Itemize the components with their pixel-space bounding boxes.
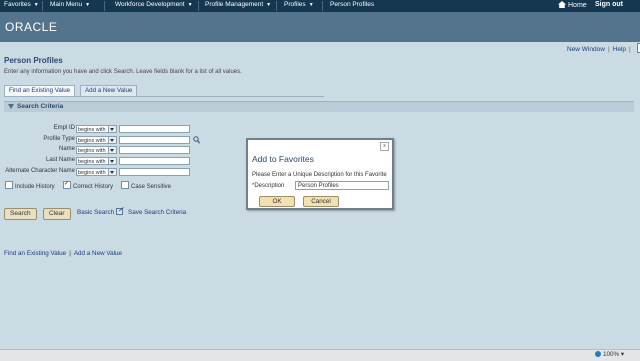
chevron-down-icon: ▼	[266, 2, 272, 8]
search-criteria-header[interactable]: Search Criteria	[4, 101, 634, 112]
search-button[interactable]: Search	[4, 208, 37, 220]
chevron-down-icon: ▼	[85, 2, 91, 8]
zoom-control[interactable]: 100% ▾	[595, 351, 624, 358]
page-links: New Window | Help |	[567, 43, 640, 53]
dialog-prompt: Please Enter a Unique Description for th…	[252, 172, 387, 178]
chevron-down-icon: ▼	[33, 2, 39, 8]
checkbox-box-checked	[63, 180, 71, 189]
home-icon	[558, 1, 566, 8]
last-name-input[interactable]	[119, 157, 190, 165]
nav-profile-management-label: Profile Management	[205, 1, 264, 8]
operator-value: begins with	[78, 170, 106, 176]
field-label: Profile Type	[43, 136, 75, 142]
nav-profile-management[interactable]: Profile Management ▼	[205, 1, 271, 8]
tab-find-existing-value[interactable]: Find an Existing Value	[4, 85, 76, 96]
home-label: Home	[568, 2, 587, 9]
checkbox-label: Correct History	[73, 184, 114, 190]
chevron-down-icon	[108, 147, 116, 153]
field-label: Empl ID	[53, 125, 75, 131]
help-link[interactable]: Help	[613, 46, 626, 53]
brand-bar: ORACLE	[0, 12, 640, 42]
alternate-character-name-input[interactable]	[119, 168, 190, 176]
lookup-search-icon[interactable]	[193, 136, 200, 144]
bottom-add-new-value-link[interactable]: Add a New Value	[74, 250, 122, 257]
field-label: Name	[58, 146, 75, 152]
tab-underline	[4, 96, 324, 97]
nav-separator	[104, 1, 105, 11]
ok-button[interactable]: OK	[259, 196, 295, 207]
checkbox-box	[5, 181, 13, 189]
case-sensitive-checkbox[interactable]: Case Sensitive	[121, 181, 171, 190]
chevron-down-icon: ▼	[187, 2, 193, 8]
nav-workforce-development-label: Workforce Development	[115, 1, 185, 8]
collapse-triangle-icon	[8, 104, 14, 109]
close-icon[interactable]: x	[380, 142, 389, 151]
chevron-down-icon	[108, 126, 116, 132]
empl-id-input[interactable]	[119, 125, 190, 133]
nav-main-menu[interactable]: Main Menu ▼	[50, 1, 90, 8]
field-label: Alternate Character Name	[5, 168, 75, 174]
bottom-find-existing-value-link[interactable]: Find an Existing Value	[4, 250, 66, 257]
globe-icon	[595, 351, 601, 357]
chevron-down-icon	[108, 169, 116, 175]
field-row-empl-id: Empl ID begins with	[0, 125, 640, 134]
operator-select[interactable]: begins with	[76, 136, 117, 144]
save-search-criteria-link[interactable]: Save Search Criteria	[128, 209, 186, 216]
description-label: *Description	[252, 183, 285, 189]
nav-profiles-label: Profiles	[284, 1, 306, 8]
add-to-favorites-dialog: x Add to Favorites Please Enter a Unique…	[246, 138, 394, 210]
operator-select[interactable]: begins with	[76, 146, 117, 154]
save-criteria-icon[interactable]	[116, 207, 124, 215]
operator-value: begins with	[78, 138, 106, 144]
link-divider: |	[607, 46, 610, 53]
oracle-logo: ORACLE	[5, 20, 58, 34]
nav-main-menu-label: Main Menu	[50, 1, 83, 8]
operator-select[interactable]: begins with	[76, 157, 117, 165]
dialog-title: Add to Favorites	[252, 154, 314, 164]
status-bar: 100% ▾	[0, 349, 640, 361]
new-window-link[interactable]: New Window	[567, 46, 605, 53]
clear-button[interactable]: Clear	[43, 208, 71, 220]
operator-select[interactable]: begins with	[76, 168, 117, 176]
include-history-checkbox[interactable]: Include History	[5, 181, 55, 190]
nav-person-profiles[interactable]: Person Profiles	[330, 1, 374, 8]
operator-select[interactable]: begins with	[76, 125, 117, 133]
tab-add-new-value[interactable]: Add a New Value	[80, 85, 138, 96]
cancel-button[interactable]: Cancel	[303, 196, 339, 207]
checkbox-box	[121, 181, 129, 189]
nav-separator	[276, 1, 277, 11]
home-link[interactable]: Home	[558, 1, 587, 9]
page-instructions: Enter any information you have and click…	[4, 69, 242, 75]
profile-type-input[interactable]	[119, 136, 190, 144]
zoom-level: 100%	[603, 351, 620, 358]
page-title: Person Profiles	[4, 56, 63, 65]
checkbox-label: Include History	[15, 184, 55, 190]
correct-history-checkbox[interactable]: Correct History	[63, 180, 114, 190]
checkbox-label: Case Sensitive	[131, 184, 172, 190]
basic-search-link[interactable]: Basic Search	[77, 209, 114, 216]
chevron-down-icon: ▼	[308, 2, 314, 8]
operator-value: begins with	[78, 159, 106, 165]
nav-separator	[42, 1, 43, 11]
chevron-down-icon	[108, 137, 116, 143]
bottom-links: Find an Existing Value | Add a New Value	[4, 250, 122, 257]
search-criteria-label: Search Criteria	[17, 103, 64, 110]
chevron-down-icon	[108, 158, 116, 164]
name-input[interactable]	[119, 146, 190, 154]
nav-workforce-development[interactable]: Workforce Development ▼	[115, 1, 193, 8]
nav-favorites-label: Favorites	[4, 1, 31, 8]
nav-separator	[198, 1, 199, 11]
nav-favorites[interactable]: Favorites ▼	[4, 1, 39, 8]
operator-value: begins with	[78, 127, 106, 133]
field-label: Last Name	[45, 157, 75, 163]
link-divider: |	[629, 46, 631, 53]
top-navigation-bar: Favorites ▼ Main Menu ▼ Workforce Developm…	[0, 0, 640, 12]
nav-separator	[322, 1, 323, 11]
operator-value: begins with	[78, 148, 106, 154]
nav-profiles[interactable]: Profiles ▼	[284, 1, 314, 8]
description-input[interactable]: Person Profiles	[295, 181, 389, 190]
link-divider: |	[69, 250, 71, 257]
sign-out-link[interactable]: Sign out	[595, 1, 623, 8]
